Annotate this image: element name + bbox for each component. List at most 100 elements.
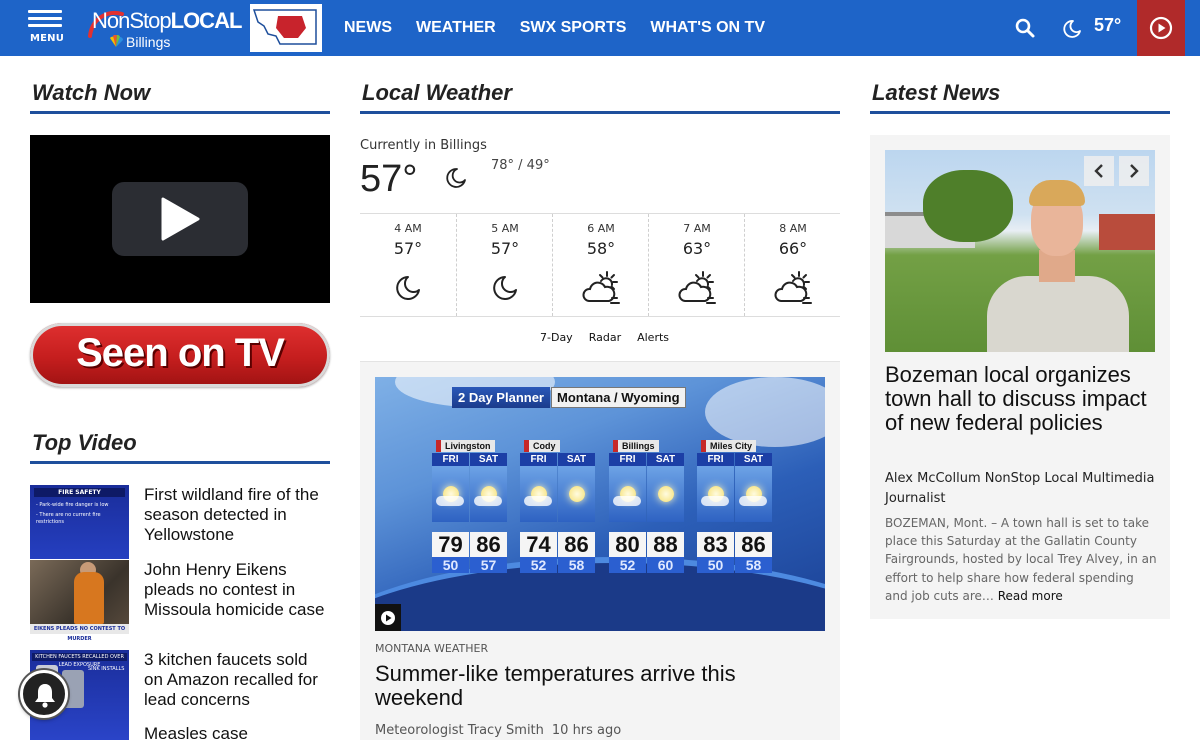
cloud-shape [705, 377, 825, 447]
day-high: 80 [609, 532, 646, 557]
partly-cloudy-icon [774, 271, 812, 304]
hourly-item[interactable]: 7 AM 63° [648, 214, 744, 316]
cloud-icon [613, 496, 641, 506]
planner-day: FRI 74 52 [520, 453, 557, 573]
day-label: SAT [647, 453, 684, 466]
hour-time: 6 AM [587, 222, 615, 235]
thumb-caption: FIRE SAFETY [34, 488, 125, 497]
partly-cloudy-icon [678, 271, 716, 304]
planner-day: SAT 86 57 [470, 453, 507, 573]
planner-day: SAT 86 58 [558, 453, 595, 573]
video-play-button[interactable] [375, 604, 401, 631]
nav-swx-sports[interactable]: SWX SPORTS [520, 0, 627, 56]
story-author: Meteorologist Tracy Smith [375, 723, 544, 738]
link-7-day[interactable]: 7-Day [540, 331, 573, 344]
video-title[interactable]: First wildland fire of the season detect… [144, 485, 330, 545]
video-play-button[interactable] [112, 182, 248, 256]
day-high: 74 [520, 532, 557, 557]
city-name: Billings [613, 440, 659, 452]
city-name: Miles City [701, 440, 757, 452]
hour-temp: 57° [393, 239, 423, 258]
hourly-item[interactable]: 6 AM 58° [552, 214, 648, 316]
video-title[interactable]: Measles case [144, 724, 330, 740]
search-icon[interactable] [1014, 17, 1036, 39]
local-weather-title: Local Weather [362, 80, 512, 105]
hour-time: 8 AM [779, 222, 807, 235]
news-headline[interactable]: Bozeman local organizes town hall to dis… [885, 363, 1160, 435]
hourly-item[interactable]: 8 AM 66° [744, 214, 840, 316]
thumb-bullet: - There are no current fire restrictions [36, 512, 101, 525]
story-category[interactable]: MONTANA WEATHER [375, 642, 488, 655]
day-low: 60 [647, 557, 684, 573]
planner-title: 2 Day Planner [452, 387, 550, 408]
day-label: FRI [697, 453, 734, 466]
hamburger-icon [28, 10, 62, 13]
carousel-prev-button[interactable] [1084, 156, 1114, 186]
menu-button[interactable]: MENU [28, 10, 64, 50]
nav-whats-on-tv[interactable]: WHAT'S ON TV [650, 0, 765, 56]
watch-now-heading: Watch Now [30, 80, 330, 114]
hour-time: 5 AM [491, 222, 519, 235]
notification-button[interactable] [20, 670, 68, 718]
read-more-link[interactable]: Read more [998, 589, 1063, 603]
link-alerts[interactable]: Alerts [637, 331, 669, 344]
hour-time: 4 AM [394, 222, 422, 235]
carousel-next-button[interactable] [1119, 156, 1149, 186]
current-location-label: Currently in Billings [360, 138, 487, 153]
planner-day: FRI 83 50 [697, 453, 734, 573]
video-thumbnail[interactable]: EIKENS PLEADS NO CONTEST TO MURDER [30, 560, 129, 642]
video-title[interactable]: 3 kitchen faucets sold on Amazon recalle… [144, 650, 330, 710]
moon-icon [396, 276, 420, 300]
site-logo[interactable]: NonStopLOCAL Billings [86, 4, 326, 52]
montana-map-icon [250, 4, 322, 52]
thumb-caption: EIKENS PLEADS NO CONTEST TO MURDER [30, 624, 129, 642]
weather-links: 7-Day Radar Alerts [540, 331, 669, 344]
day-label: FRI [432, 453, 469, 466]
planner-day: FRI 80 52 [609, 453, 646, 573]
header-temperature[interactable]: 57° [1094, 15, 1121, 36]
live-stream-button[interactable] [1137, 0, 1185, 56]
top-video-heading: Top Video [30, 430, 330, 464]
top-video-item[interactable]: EIKENS PLEADS NO CONTEST TO MURDER John … [30, 560, 330, 642]
menu-label: MENU [30, 33, 65, 44]
play-icon [161, 197, 200, 241]
hourly-item[interactable]: 5 AM 57° [456, 214, 552, 316]
link-radar[interactable]: Radar [589, 331, 621, 344]
news-photo[interactable] [885, 150, 1155, 352]
sky-panel [697, 466, 734, 522]
video-title[interactable]: John Henry Eikens pleads no contest in M… [144, 560, 330, 620]
story-timestamp: 10 hrs ago [551, 723, 622, 738]
day-low: 58 [735, 557, 772, 573]
cloud-icon [524, 496, 552, 506]
story-headline[interactable]: Summer-like temperatures arrive this wee… [375, 662, 815, 710]
thumb-caption: SINK INSTALLS [88, 666, 125, 672]
cloud-icon [436, 496, 464, 506]
seen-on-tv-banner[interactable]: Seen on TV [30, 323, 330, 387]
logo-city: Billings [126, 34, 171, 50]
thumb-person-body [74, 572, 104, 624]
sun-icon [658, 486, 674, 502]
thumb-bullet: - Park-wide fire danger is low [36, 502, 109, 508]
nav-weather[interactable]: WEATHER [416, 0, 496, 56]
hourly-item[interactable]: 4 AM 57° [360, 214, 456, 316]
day-low: 52 [609, 557, 646, 573]
day-label: FRI [520, 453, 557, 466]
top-video-item[interactable]: FIRE SAFETY - Park-wide fire danger is l… [30, 485, 330, 559]
nav-news[interactable]: NEWS [344, 0, 392, 56]
photo-person-shirt [987, 276, 1129, 352]
day-high: 83 [697, 532, 734, 557]
video-player[interactable] [30, 135, 330, 303]
city-name: Cody [524, 440, 560, 452]
video-thumbnail[interactable]: FIRE SAFETY - Park-wide fire danger is l… [30, 485, 129, 559]
top-video-item[interactable]: Measles case [30, 724, 330, 740]
planner-day: SAT 86 58 [735, 453, 772, 573]
sun-icon [569, 486, 585, 502]
hamburger-bar [28, 24, 62, 27]
moon-icon[interactable] [1062, 19, 1082, 39]
day-high: 79 [432, 532, 469, 557]
photo-barn [1099, 214, 1155, 250]
peacock-icon [110, 35, 123, 47]
latest-news-title: Latest News [872, 80, 1001, 105]
logo-text-local: LOCAL [170, 8, 243, 33]
moon-icon [446, 168, 466, 188]
